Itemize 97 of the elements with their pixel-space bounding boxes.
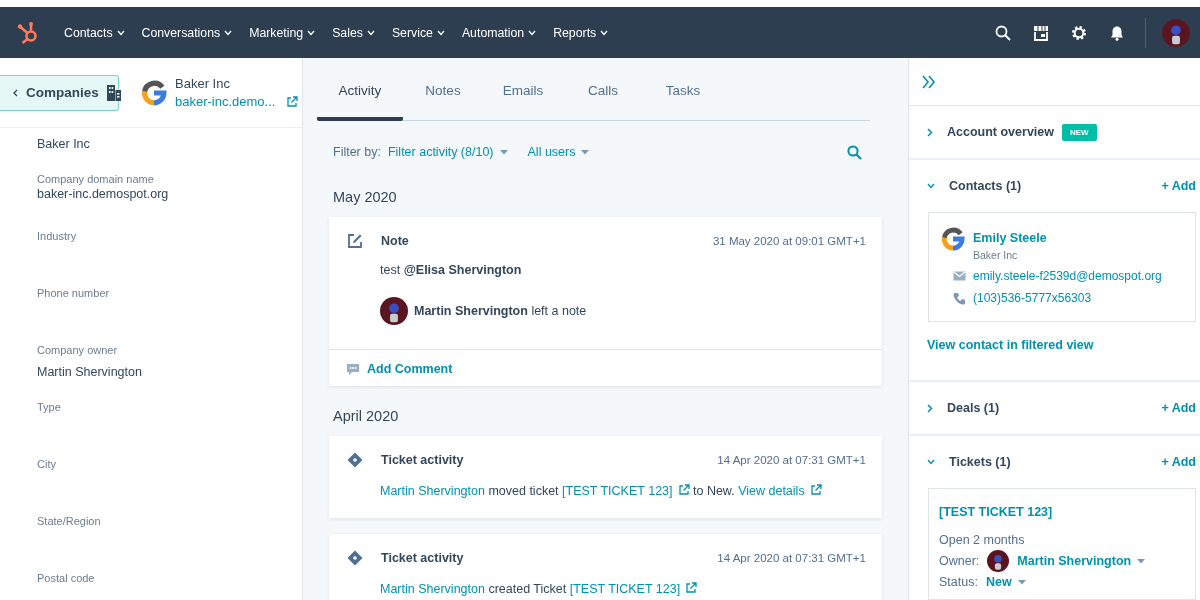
activity-text: Martin Shervington moved ticket [TEST TICKET 123] to New. View details xyxy=(380,482,866,500)
record-tab[interactable]: Calls xyxy=(563,58,643,121)
record-tab[interactable]: Activity xyxy=(317,58,403,121)
property-label: Phone number xyxy=(37,287,111,299)
contact-company: Baker Inc xyxy=(973,249,1019,261)
new-badge: NEW xyxy=(1062,123,1097,141)
nav-menu-item[interactable]: Automation xyxy=(461,25,537,40)
month-heading: April 2020 xyxy=(332,407,400,426)
activity-timestamp: 14 Apr 2020 at 07:31 GMT+1 xyxy=(717,552,866,564)
ticket-status-dropdown[interactable]: New xyxy=(985,575,1026,589)
activity-link[interactable]: Martin Shervington xyxy=(380,582,485,596)
contact-phone-link[interactable]: (103)536-5777x56303 xyxy=(973,291,1092,305)
ticket-title-link[interactable]: [TEST TICKET 123] xyxy=(939,505,1185,519)
external-link-icon xyxy=(286,95,299,108)
chevron-down-icon xyxy=(436,29,445,36)
nav-menu-item[interactable]: Conversations xyxy=(141,25,233,40)
section-toggle[interactable]: Account overview xyxy=(927,125,1054,139)
filter-activity-dropdown[interactable]: Filter activity (8/10) xyxy=(387,145,508,159)
contact-name-link[interactable]: Emily Steele xyxy=(973,231,1047,245)
property-label: Company domain name xyxy=(37,173,155,185)
nav-menu-item[interactable]: Marketing xyxy=(249,25,316,40)
ticket-icon xyxy=(347,550,363,566)
status-label: Status: xyxy=(939,575,978,589)
add-button[interactable]: + Add xyxy=(1161,455,1196,469)
expand-sidebar-icon[interactable] xyxy=(922,74,936,89)
record-tab[interactable]: Notes xyxy=(403,58,483,121)
add-button[interactable]: + Add xyxy=(1161,401,1196,415)
section-toggle[interactable]: Deals (1) xyxy=(927,401,1000,415)
owner-label: Owner: xyxy=(939,554,980,568)
add-comment-button[interactable]: Add Comment xyxy=(346,362,453,376)
ticket-icon xyxy=(347,452,363,468)
chevron-down-icon xyxy=(600,29,609,36)
activity-text: Martin Shervington created Ticket [TEST TICKET 123] xyxy=(380,580,866,598)
chevron-down-icon xyxy=(307,29,316,36)
record-tab[interactable]: Tasks xyxy=(643,58,723,121)
record-tab[interactable]: Emails xyxy=(483,58,563,121)
notification-bell-icon[interactable] xyxy=(1109,24,1125,41)
nav-menu-item[interactable]: Contacts xyxy=(64,25,125,40)
chevron-down-icon xyxy=(224,29,233,36)
property-label: City xyxy=(37,458,57,470)
filter-label: Filter by: xyxy=(333,145,381,159)
section-toggle[interactable]: Tickets (1) xyxy=(927,455,1011,469)
month-heading: May 2020 xyxy=(332,188,398,207)
property-value: Martin Shervington xyxy=(37,365,143,379)
company-logo-icon xyxy=(941,227,965,251)
envelope-icon xyxy=(953,271,966,281)
section-toggle[interactable]: Contacts (1) xyxy=(927,179,1022,193)
note-text: test @Elisa Shervington xyxy=(380,263,523,277)
nav-menu-item[interactable]: Sales xyxy=(332,25,375,40)
activity-timestamp: 31 May 2020 at 09:01 GMT+1 xyxy=(712,235,866,247)
activity-link[interactable]: [TEST TICKET 123] xyxy=(562,484,690,498)
back-to-companies-button[interactable]: Companies xyxy=(0,74,119,111)
activity-link[interactable]: [TEST TICKET 123] xyxy=(569,582,698,596)
settings-icon[interactable] xyxy=(1071,24,1087,41)
ticket-age: Open 2 months xyxy=(939,533,1026,547)
avatar-icon xyxy=(987,550,1010,572)
chevron-down-icon xyxy=(528,29,537,36)
property-label: Type xyxy=(37,401,62,413)
chevron-down-icon xyxy=(366,29,375,36)
comment-icon xyxy=(346,362,360,376)
avatar-icon xyxy=(380,297,408,325)
property-value: baker-inc.demospot.org xyxy=(37,187,170,201)
edit-note-icon xyxy=(347,233,363,249)
search-icon[interactable] xyxy=(995,24,1011,41)
company-domain-link[interactable]: baker-inc.demo... xyxy=(175,94,299,109)
company-name: Baker Inc xyxy=(175,76,231,91)
activity-link[interactable]: Martin Shervington xyxy=(380,484,485,498)
activity-title: Ticket activity xyxy=(381,551,464,565)
company-logo-icon xyxy=(141,79,167,106)
phone-icon xyxy=(953,291,966,305)
property-label: Postal code xyxy=(37,572,96,584)
activity-title: Ticket activity xyxy=(381,453,464,467)
author-line: Martin Shervington left a note xyxy=(414,304,587,318)
nav-menu-item[interactable]: Reports xyxy=(553,25,609,40)
ticket-owner-dropdown[interactable]: Martin Shervington xyxy=(1017,554,1146,568)
activity-timestamp: 14 Apr 2020 at 07:31 GMT+1 xyxy=(717,454,866,466)
caret-icon xyxy=(581,149,590,155)
caret-icon xyxy=(1017,579,1026,585)
property-value: Baker Inc xyxy=(37,137,91,151)
chevron-left-icon xyxy=(13,88,18,97)
storefront-icon[interactable] xyxy=(1033,24,1049,41)
activity-link[interactable]: View details xyxy=(738,484,822,498)
caret-icon xyxy=(499,149,508,155)
caret-icon xyxy=(1137,558,1146,564)
sprocket-logo-icon[interactable] xyxy=(17,20,39,45)
property-label: Company owner xyxy=(37,344,119,356)
property-label: State/Region xyxy=(37,515,102,527)
chevron-down-icon xyxy=(116,29,125,36)
users-dropdown[interactable]: All users xyxy=(527,145,590,159)
building-icon xyxy=(106,84,121,101)
filtered-view-link[interactable]: View contact in filtered view xyxy=(927,322,1196,380)
nav-menu-item[interactable]: Service xyxy=(391,25,445,40)
add-button[interactable]: + Add xyxy=(1161,179,1196,193)
user-avatar-icon[interactable] xyxy=(1162,18,1190,47)
activity-title: Note xyxy=(381,234,409,248)
property-label: Industry xyxy=(37,230,78,242)
contact-email-link[interactable]: emily.steele-f2539d@demospot.org xyxy=(973,269,1162,283)
